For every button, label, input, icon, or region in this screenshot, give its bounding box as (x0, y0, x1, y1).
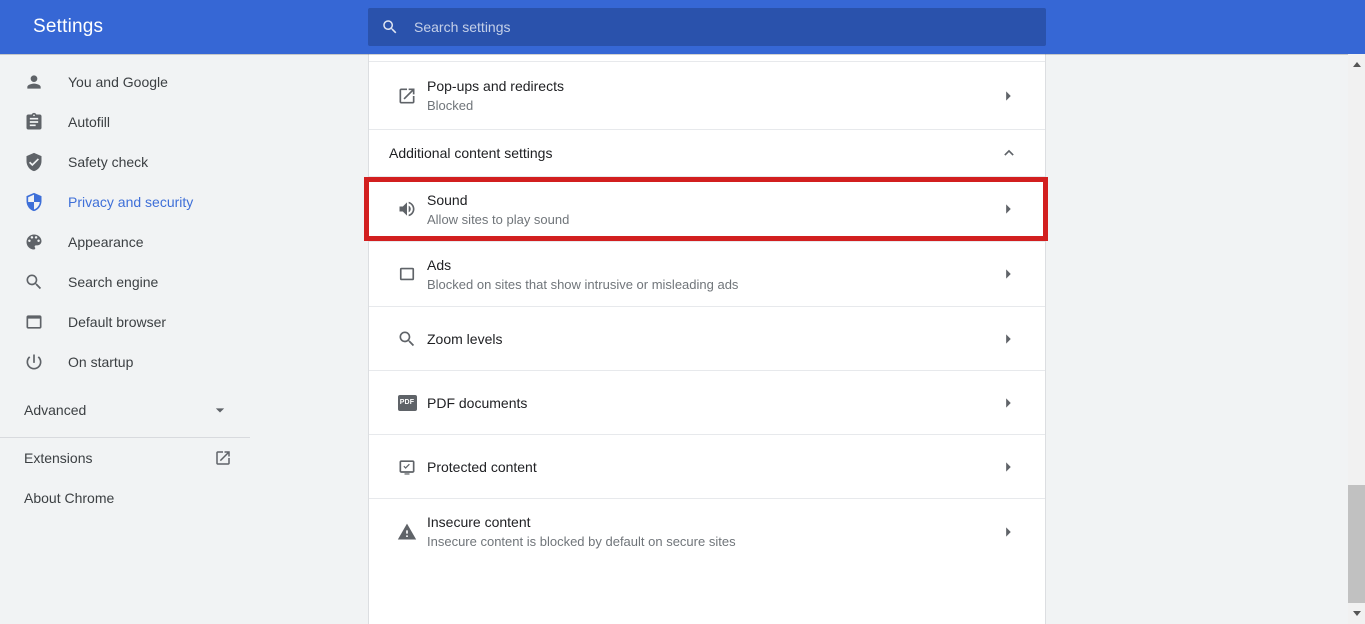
sidebar-item-safety-check[interactable]: Safety check (0, 142, 250, 182)
shield-check-icon (24, 152, 44, 172)
row-subtitle: Allow sites to play sound (427, 210, 569, 229)
sidebar: You and Google Autofill Safety check Pri… (0, 54, 250, 518)
row-subtitle: Insecure content is blocked by default o… (427, 532, 736, 551)
chevron-down-icon (210, 400, 230, 420)
row-zoom-levels[interactable]: Zoom levels (369, 307, 1045, 371)
person-icon (24, 72, 44, 92)
chevron-up-icon (999, 143, 1019, 163)
sidebar-item-search-engine[interactable]: Search engine (0, 262, 250, 302)
row-sound[interactable]: Sound Allow sites to play sound (369, 177, 1045, 242)
chevron-right-icon (997, 521, 1019, 543)
row-subtitle: Blocked (427, 96, 564, 115)
sidebar-item-extensions[interactable]: Extensions (0, 438, 250, 478)
sidebar-item-label: Appearance (68, 234, 144, 250)
sidebar-item-privacy-and-security[interactable]: Privacy and security (0, 182, 250, 222)
pdf-icon: PDF (397, 393, 417, 413)
open-in-new-icon (397, 86, 417, 106)
sidebar-item-label: Autofill (68, 114, 110, 130)
sidebar-item-advanced[interactable]: Advanced (0, 390, 250, 430)
chevron-right-icon (997, 456, 1019, 478)
sidebar-item-default-browser[interactable]: Default browser (0, 302, 250, 342)
row-title: Protected content (427, 457, 537, 477)
row-protected-content[interactable]: Protected content (369, 435, 1045, 499)
partial-row-top (369, 54, 1045, 62)
row-ads[interactable]: Ads Blocked on sites that show intrusive… (369, 242, 1045, 307)
search-icon (381, 18, 399, 36)
chevron-right-icon (997, 85, 1019, 107)
power-icon (24, 352, 44, 372)
site-settings-card: Pop-ups and redirects Blocked Additional… (368, 54, 1046, 624)
row-title: Pop-ups and redirects (427, 76, 564, 96)
row-popups-and-redirects[interactable]: Pop-ups and redirects Blocked (369, 62, 1045, 130)
section-title: Additional content settings (389, 143, 552, 163)
advanced-label: Advanced (24, 402, 86, 418)
warning-icon (397, 522, 417, 542)
scroll-down-arrow-icon[interactable] (1348, 605, 1365, 622)
sidebar-item-autofill[interactable]: Autofill (0, 102, 250, 142)
about-chrome-label: About Chrome (24, 490, 114, 506)
row-title: PDF documents (427, 393, 527, 413)
row-pdf-documents[interactable]: PDF PDF documents (369, 371, 1045, 435)
sidebar-item-label: On startup (68, 354, 133, 370)
row-title: Zoom levels (427, 329, 502, 349)
browser-window-icon (24, 312, 44, 332)
row-subtitle: Blocked on sites that show intrusive or … (427, 275, 738, 294)
row-additional-content-settings[interactable]: Additional content settings (369, 130, 1045, 177)
monitor-check-icon (397, 457, 417, 477)
row-title: Insecure content (427, 512, 736, 532)
sidebar-item-appearance[interactable]: Appearance (0, 222, 250, 262)
pdf-badge: PDF (398, 395, 417, 411)
sidebar-item-you-and-google[interactable]: You and Google (0, 62, 250, 102)
chevron-right-icon (997, 392, 1019, 414)
scrollbar-thumb[interactable] (1348, 485, 1365, 603)
chevron-right-icon (997, 263, 1019, 285)
search-settings-bar[interactable] (368, 8, 1046, 46)
row-insecure-content[interactable]: Insecure content Insecure content is blo… (369, 499, 1045, 564)
settings-header: Settings (0, 0, 1365, 54)
chevron-right-icon (997, 328, 1019, 350)
search-icon (24, 272, 44, 292)
page-title: Settings (33, 16, 103, 38)
assignment-icon (24, 112, 44, 132)
palette-icon (24, 232, 44, 252)
scroll-up-arrow-icon[interactable] (1348, 56, 1365, 73)
sidebar-item-label: Default browser (68, 314, 166, 330)
sidebar-item-label: You and Google (68, 74, 168, 90)
row-title: Sound (427, 190, 569, 210)
sidebar-item-label: Privacy and security (68, 194, 193, 210)
sidebar-item-label: Safety check (68, 154, 148, 170)
magnifier-icon (397, 329, 417, 349)
sidebar-item-about-chrome[interactable]: About Chrome (0, 478, 250, 518)
volume-up-icon (397, 199, 417, 219)
sidebar-item-on-startup[interactable]: On startup (0, 342, 250, 382)
open-in-new-icon (214, 449, 232, 467)
row-title: Ads (427, 255, 738, 275)
vertical-scrollbar[interactable] (1348, 54, 1365, 624)
card-filler (369, 564, 1045, 623)
sidebar-item-label: Search engine (68, 274, 158, 290)
chevron-right-icon (997, 198, 1019, 220)
extensions-label: Extensions (24, 450, 92, 466)
search-input[interactable] (412, 18, 1033, 36)
ads-icon (397, 264, 417, 284)
security-shield-icon (24, 192, 44, 212)
